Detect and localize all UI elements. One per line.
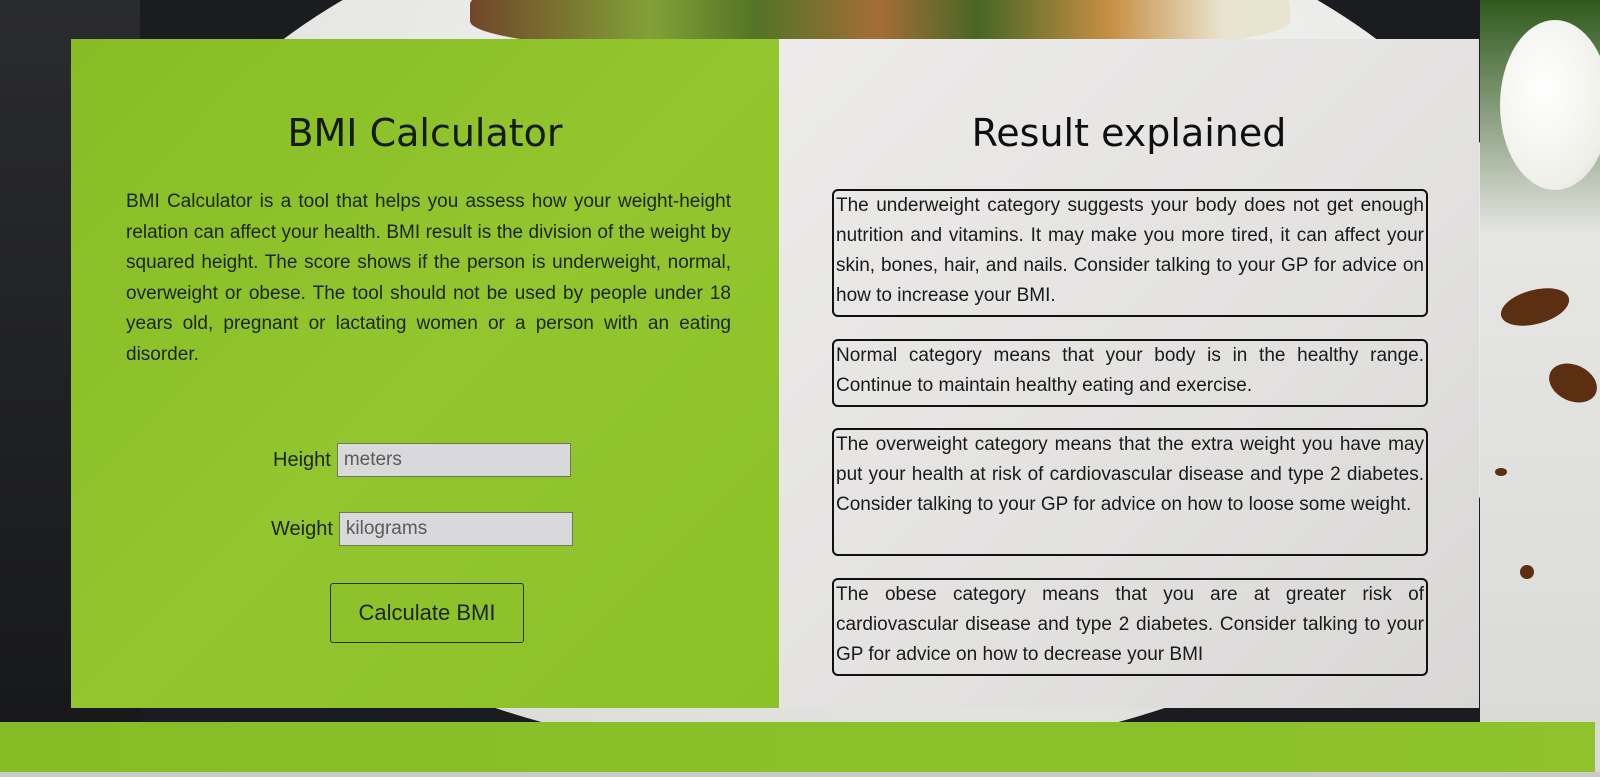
screen: BMI Calculator BMI Calculator is a tool … bbox=[0, 0, 1600, 777]
calculator-title: BMI Calculator bbox=[287, 111, 563, 155]
background-crumb bbox=[1520, 565, 1534, 579]
weight-label: Weight bbox=[271, 517, 333, 540]
height-input[interactable] bbox=[336, 443, 571, 477]
calculate-bmi-button[interactable]: Calculate BMI bbox=[330, 583, 524, 643]
weight-input[interactable] bbox=[338, 512, 573, 546]
results-panel: Result explained The underweight categor… bbox=[779, 39, 1479, 708]
background-crumb bbox=[1495, 468, 1507, 476]
result-underweight: The underweight category suggests your b… bbox=[832, 189, 1428, 317]
footer-bar bbox=[0, 722, 1595, 772]
screen-bottom-edge bbox=[0, 772, 1600, 777]
result-overweight: The overweight category means that the e… bbox=[832, 428, 1428, 556]
height-label: Height bbox=[273, 448, 331, 471]
height-field-row: Height bbox=[273, 443, 571, 477]
background-egg bbox=[1500, 20, 1600, 190]
result-obese: The obese category means that you are at… bbox=[832, 578, 1428, 676]
weight-field-row: Weight bbox=[271, 512, 573, 546]
result-normal: Normal category means that your body is … bbox=[832, 339, 1428, 407]
calculator-description: BMI Calculator is a tool that helps you … bbox=[126, 191, 731, 365]
calculator-panel: BMI Calculator BMI Calculator is a tool … bbox=[71, 39, 779, 708]
results-title: Result explained bbox=[971, 111, 1287, 155]
